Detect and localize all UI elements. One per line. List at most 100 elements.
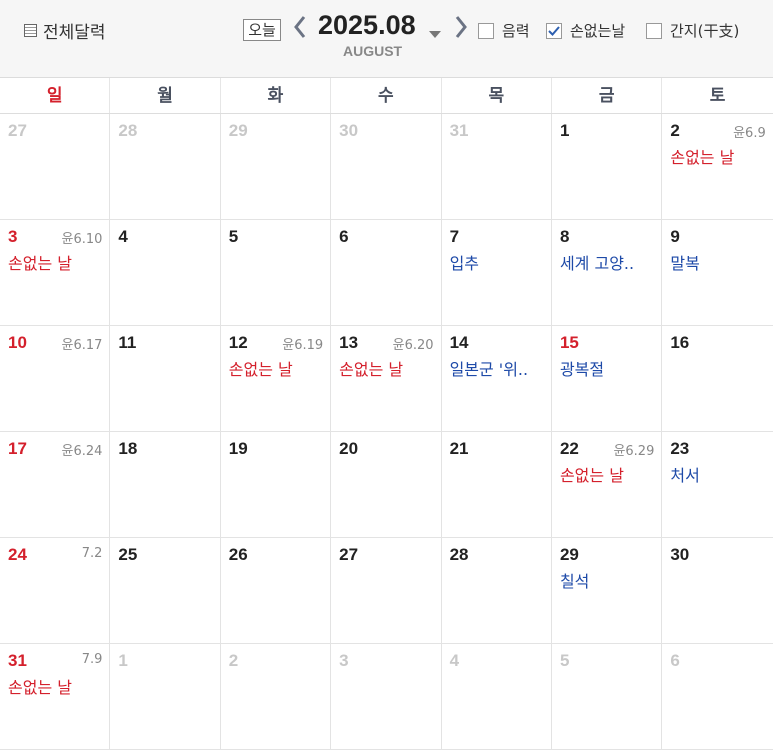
day-event[interactable]: 손없는 날 — [8, 250, 72, 274]
day-cell[interactable]: 29 칠석 — [552, 538, 663, 644]
day-cell[interactable]: 16 — [662, 326, 772, 432]
day-event[interactable]: 칠석 — [560, 568, 589, 592]
day-cell[interactable]: 30 — [662, 538, 772, 644]
day-number: 17 — [8, 439, 27, 458]
day-number: 2 — [228, 651, 239, 670]
day-event[interactable]: 처서 — [670, 462, 699, 486]
day-cell[interactable]: 30 — [331, 114, 442, 220]
day-cell[interactable]: 3 — [331, 644, 442, 750]
day-cell[interactable]: 2 — [221, 644, 332, 750]
day-cell[interactable]: 20 — [331, 432, 442, 538]
day-cell[interactable]: 17 윤6.24 — [0, 432, 111, 538]
day-cell[interactable]: 31 7.9 손없는 날 — [0, 644, 111, 750]
today-button[interactable]: 오늘 — [243, 19, 281, 41]
day-cell[interactable]: 3 윤6.10 손없는 날 — [0, 220, 111, 326]
day-event[interactable]: 일본군 '위.. — [450, 356, 529, 380]
full-calendar-button[interactable]: 전체달력 — [24, 18, 106, 43]
day-number: 6 — [339, 227, 349, 246]
day-number: 31 — [8, 651, 27, 670]
ganji-checkbox[interactable]: 간지(干支) — [646, 20, 739, 41]
lunar-checkbox[interactable]: 음력 — [478, 20, 530, 41]
week-row: 10 윤6.17 11 12 윤6.19 손없는 날 13 윤6.20 손없는 날 14 일본군 '… — [0, 326, 773, 432]
week-row: 17 윤6.24 18 19 20 21 22 윤6.29 손없는 날 23 처서 — [0, 432, 773, 538]
day-cell[interactable]: 2 윤6.9 손없는 날 — [662, 114, 772, 220]
checkbox-box[interactable] — [646, 22, 662, 39]
ganji-label: 간지(干支) — [670, 22, 740, 40]
next-month-button[interactable] — [453, 14, 469, 40]
day-cell[interactable]: 24 7.2 — [0, 538, 111, 644]
day-number: 1 — [559, 121, 570, 140]
day-cell[interactable]: 19 — [221, 432, 332, 538]
day-cell[interactable]: 28 — [110, 114, 221, 220]
day-cell[interactable]: 26 — [221, 538, 332, 644]
day-event[interactable]: 손없는 날 — [8, 674, 72, 698]
weekday-header-cell: 일 — [0, 78, 111, 113]
prev-month-button[interactable] — [292, 14, 308, 40]
day-cell[interactable]: 6 — [331, 220, 442, 326]
day-cell[interactable]: 9 말복 — [662, 220, 772, 326]
day-number: 18 — [118, 439, 138, 458]
day-event[interactable]: 손없는 날 — [560, 462, 624, 486]
day-event[interactable]: 손없는 날 — [229, 356, 293, 380]
day-cell[interactable]: 18 — [110, 432, 221, 538]
day-number: 24 — [8, 545, 27, 564]
day-number: 8 — [559, 227, 570, 246]
weekday-header-cell: 금 — [552, 78, 663, 113]
lunar-date: 윤6.29 — [613, 444, 655, 459]
day-cell[interactable]: 10 윤6.17 — [0, 326, 111, 432]
day-cell[interactable]: 5 — [221, 220, 332, 326]
day-cell[interactable]: 14 일본군 '위.. — [442, 326, 552, 432]
day-event[interactable]: 손없는 날 — [670, 144, 734, 168]
day-number: 19 — [228, 439, 248, 458]
weekday-header: 일월화수목금 토 — [0, 78, 773, 114]
weekday-header-cell: 수 — [331, 78, 442, 113]
day-number: 14 — [449, 333, 469, 352]
day-cell[interactable]: 13 윤6.20 손없는 날 — [331, 326, 442, 432]
month-dropdown-icon[interactable] — [429, 24, 441, 43]
day-event[interactable]: 손없는 날 — [339, 356, 403, 380]
lunar-date: 7.9 — [81, 652, 103, 667]
lunar-date: 윤6.9 — [733, 126, 766, 141]
day-cell[interactable]: 15 광복절 — [552, 326, 663, 432]
day-cell[interactable]: 5 — [552, 644, 663, 750]
day-cell[interactable]: 28 — [442, 538, 552, 644]
weekday-header-cell: 월 — [110, 78, 221, 113]
day-cell[interactable]: 25 — [110, 538, 221, 644]
day-cell[interactable]: 29 — [221, 114, 332, 220]
day-cell[interactable]: 22 윤6.29 손없는 날 — [552, 432, 663, 538]
day-cell[interactable]: 12 윤6.19 손없는 날 — [221, 326, 332, 432]
day-cell[interactable]: 7 입추 — [442, 220, 552, 326]
week-row: 27 28 29 30 31 1 2 윤6.9 손없는 날 — [0, 114, 773, 220]
day-cell[interactable]: 27 — [331, 538, 442, 644]
day-cell[interactable]: 31 — [442, 114, 552, 220]
day-cell[interactable]: 27 — [0, 114, 111, 220]
day-number: 29 — [559, 545, 579, 564]
day-event[interactable]: 말복 — [670, 250, 699, 274]
day-cell[interactable]: 1 — [110, 644, 221, 750]
day-cell[interactable]: 1 — [552, 114, 663, 220]
checkbox-box[interactable] — [546, 22, 562, 39]
day-number: 11 — [118, 333, 137, 352]
day-cell[interactable]: 4 — [442, 644, 552, 750]
day-cell[interactable]: 4 — [110, 220, 221, 326]
weeks-container: 27 28 29 30 31 1 2 윤6.9 손없는 날 3 윤6.10 손없는 날 4 5 6 7 입추 8 세… — [0, 114, 773, 750]
day-number: 9 — [670, 227, 680, 246]
lunar-date: 윤6.10 — [61, 232, 103, 247]
day-event[interactable]: 광복절 — [560, 356, 604, 380]
day-number: 6 — [670, 651, 680, 670]
day-event[interactable]: 세계 고양.. — [560, 250, 634, 274]
day-cell[interactable]: 23 처서 — [662, 432, 772, 538]
checkbox-box[interactable] — [478, 22, 494, 39]
day-number: 22 — [559, 439, 579, 458]
day-cell[interactable]: 6 — [662, 644, 772, 750]
son-eomneun-nal-checkbox[interactable]: 손없는날 — [546, 20, 625, 41]
day-cell[interactable]: 8 세계 고양.. — [552, 220, 663, 326]
day-number: 1 — [118, 651, 128, 670]
day-number: 4 — [449, 651, 460, 670]
day-cell[interactable]: 11 — [110, 326, 221, 432]
weekday-header-cell: 목 — [442, 78, 552, 113]
day-number: 29 — [228, 121, 248, 140]
day-event[interactable]: 입추 — [450, 250, 479, 274]
day-cell[interactable]: 21 — [442, 432, 552, 538]
chevron-left-icon — [294, 16, 306, 38]
